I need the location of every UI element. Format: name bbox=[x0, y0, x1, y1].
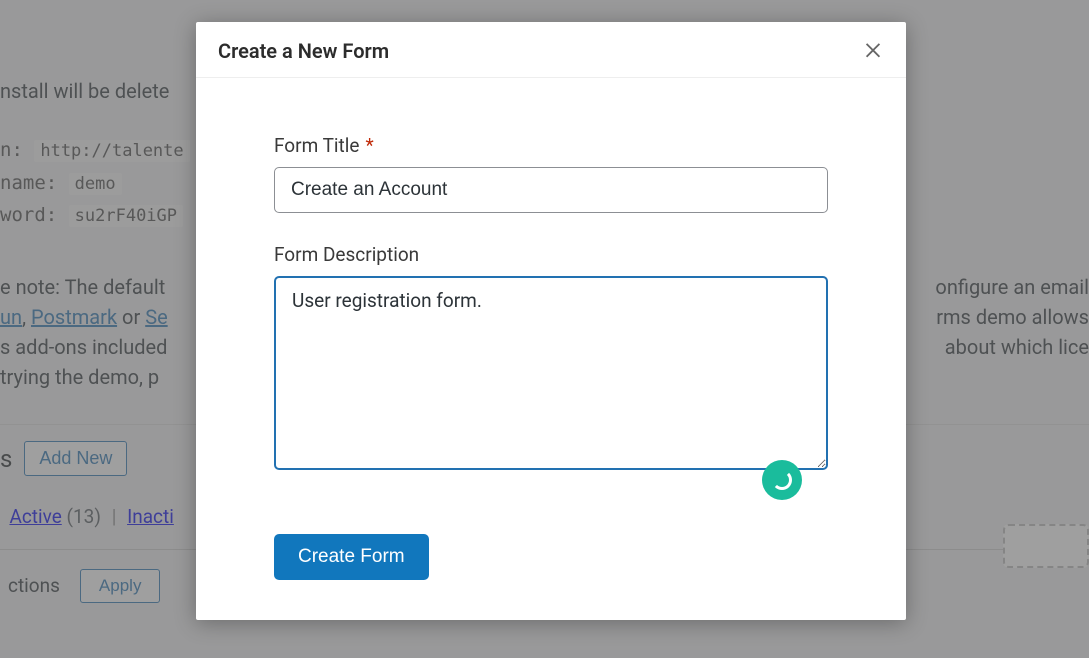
required-star: * bbox=[365, 134, 373, 157]
close-icon bbox=[862, 48, 884, 63]
form-title-group: Form Title* bbox=[274, 134, 828, 213]
create-form-modal: Create a New Form Form Title* Form Descr… bbox=[196, 22, 906, 620]
modal-body: Form Title* Form Description Create Form bbox=[196, 78, 906, 600]
loading-spinner bbox=[762, 460, 802, 500]
form-desc-group: Form Description bbox=[274, 243, 828, 474]
modal-header: Create a New Form bbox=[196, 22, 906, 78]
form-desc-label: Form Description bbox=[274, 243, 828, 266]
form-desc-textarea[interactable] bbox=[274, 276, 828, 470]
modal-title: Create a New Form bbox=[218, 39, 389, 63]
form-title-label: Form Title* bbox=[274, 134, 828, 157]
spinner-icon bbox=[772, 470, 792, 490]
create-form-button[interactable]: Create Form bbox=[274, 534, 429, 580]
close-button[interactable] bbox=[862, 38, 884, 63]
form-title-input[interactable] bbox=[274, 167, 828, 213]
